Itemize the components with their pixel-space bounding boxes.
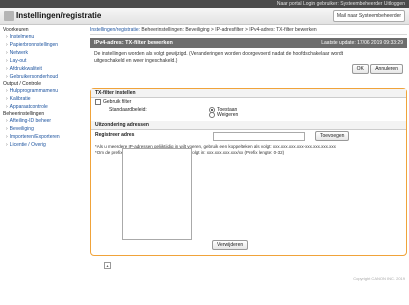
settings-icon (4, 11, 14, 21)
deny-option[interactable]: Weigeren (209, 111, 238, 119)
sidebar-item[interactable]: › Apparaatcontrole (0, 103, 86, 111)
sidebar-item[interactable]: › Papierbronnstellingen (0, 41, 86, 49)
add-address-button[interactable]: Toevoegen (315, 131, 350, 141)
sidebar-item[interactable]: › Afdrukkwaliteit (0, 65, 86, 73)
use-filter-checkbox[interactable] (95, 98, 101, 105)
chevron-right-icon: › (6, 126, 8, 132)
breadcrumb-path: Beheerinstellingen: Beveiliging > IP-adr… (141, 27, 317, 33)
chevron-right-icon: › (6, 142, 8, 148)
deny-row: Weigeren (91, 111, 406, 119)
app-title: Instellingen/registratie (16, 11, 102, 20)
sidebar-item[interactable]: › Instelmenu (0, 33, 86, 41)
exceptions-section-title: Uitzondering adressen (91, 121, 406, 130)
sidebar-item[interactable]: › Kalibratie (0, 95, 86, 103)
chevron-right-icon: › (6, 74, 8, 80)
use-filter-row[interactable]: Gebruik filter (91, 98, 406, 106)
chevron-right-icon: › (6, 42, 8, 48)
chevron-right-icon: › (6, 118, 8, 124)
top-links[interactable]: Naar portal Login gebruiker: Systeembehe… (277, 1, 405, 7)
breadcrumb: Instellingen/registratie: Beheerinstelli… (90, 26, 407, 35)
chevron-right-icon: › (6, 104, 8, 110)
sidebar-item[interactable]: › Netwerk (0, 49, 86, 57)
back-to-top-icon[interactable]: ▴ (104, 262, 111, 269)
tx-filter-section-title: TX-filter instellen (91, 89, 406, 98)
sidebar-item[interactable]: › Gebruikersonderhoud (0, 73, 86, 81)
action-buttons: OK Annuleren (351, 64, 403, 74)
register-address-label: Registreer adres (95, 132, 135, 138)
info-box: De instellingen worden als volgt gewijzi… (90, 48, 407, 74)
mail-admin-button[interactable]: Mail naar Systeembeheerder (333, 10, 405, 22)
breadcrumb-root[interactable]: Instellingen/registratie: (90, 27, 140, 33)
register-address-row: Registreer adres Toevoegen (91, 130, 406, 141)
ok-button[interactable]: OK (351, 64, 369, 74)
chevron-right-icon: › (6, 50, 8, 56)
page-title-bar: IPv4-adres: TX-filter bewerken Laatste u… (90, 38, 407, 48)
cancel-button[interactable]: Annuleren (370, 64, 403, 74)
last-updated: Laatste update: 17/06 2019 09:33:29 (321, 40, 403, 46)
chevron-right-icon: › (6, 34, 8, 40)
copyright: Copyright CANON INC. 2019 (353, 276, 405, 281)
sidebar-item[interactable]: › Importeren/Exporteren (0, 133, 86, 141)
remove-address-button[interactable]: Verwijderen (212, 240, 249, 250)
main-content: Instellingen/registratie: Beheerinstelli… (90, 26, 407, 74)
chevron-right-icon: › (6, 134, 8, 140)
chevron-right-icon: › (6, 96, 8, 102)
page-title: IPv4-adres: TX-filter bewerken (94, 40, 173, 46)
sidebar-item-security[interactable]: › Beveiliging (0, 125, 86, 133)
register-address-input[interactable] (213, 132, 305, 141)
sidebar: Voorkeuren › Instelmenu › Papierbronnstell… (0, 27, 86, 305)
sidebar-item[interactable]: › Afteiling-ID beheer (0, 117, 86, 125)
chevron-right-icon: › (6, 58, 8, 64)
chevron-right-icon: › (6, 66, 8, 72)
address-list[interactable] (122, 148, 192, 240)
chevron-right-icon: › (6, 88, 8, 94)
sidebar-item[interactable]: › Lay-out (0, 57, 86, 65)
sidebar-item[interactable]: › Hulpprogrammamenu (0, 87, 86, 95)
top-bar: Naar portal Login gebruiker: Systeembehe… (0, 0, 409, 8)
sidebar-item[interactable]: › Licentie / Overig (0, 141, 86, 149)
info-text: De instellingen worden als volgt gewijzi… (94, 51, 344, 64)
deny-radio[interactable] (209, 111, 215, 118)
